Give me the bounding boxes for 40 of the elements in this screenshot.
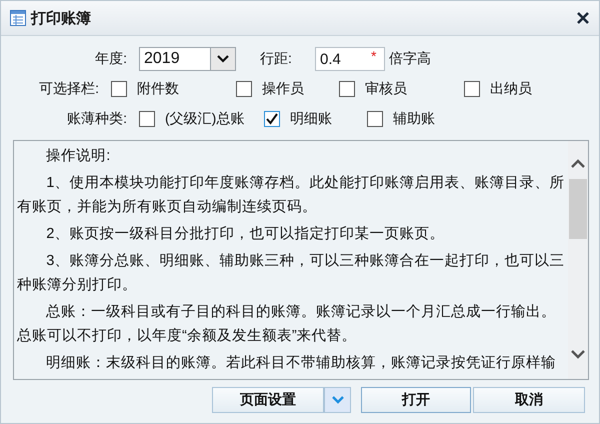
instruction-paragraph: 1、使用本模块功能打印年度账簿存档。此处能打印账簿启用表、账簿目录、所有账页，并能为所有账页自动编制连续页码。 <box>17 174 566 217</box>
chevron-up-icon[interactable] <box>570 159 586 169</box>
instruction-paragraph: 明细账：末级科目的账簿。若此科目不带辅助核算，账簿记录按凭证行原样输 <box>45 354 558 373</box>
instruction-paragraph: 3、账簿分总账、明细账、辅助账三种，可以三种账簿合在一起打印，也可以三种账簿分别打印。 <box>17 252 566 295</box>
scrollbar-thumb[interactable] <box>569 179 587 239</box>
checkbox[interactable] <box>367 111 383 127</box>
window-title: 打印账簿 <box>31 8 92 28</box>
scrollbar[interactable] <box>568 141 588 379</box>
table-icon <box>10 10 26 26</box>
chevron-down-icon <box>216 54 230 64</box>
checkbox-label: 审核员 <box>365 80 407 98</box>
line-spacing-label: 行距: <box>260 50 293 68</box>
cancel-button[interactable]: 取消 <box>473 387 585 413</box>
instruction-paragraph: 操作说明: <box>45 147 112 166</box>
checkbox[interactable] <box>139 111 155 127</box>
year-select[interactable]: 2019 <box>139 47 236 71</box>
checkbox[interactable] <box>236 81 252 97</box>
instruction-paragraph: 总账：一级科目或有子目的科目的账簿。账簿记录以一个月汇总成一行输出。总账可以不打印，以年度“余额及发生额表”来代替。 <box>17 303 558 346</box>
instruction-paragraph: 2、账页按一级科目分批打印，也可以指定打印某一页账页。 <box>45 224 446 244</box>
checkbox[interactable] <box>111 81 127 97</box>
required-mark: * <box>371 48 378 64</box>
checkbox[interactable] <box>339 81 355 97</box>
year-label: 年度: <box>94 50 128 68</box>
dropdown-button[interactable] <box>324 387 351 413</box>
chevron-down-icon[interactable] <box>570 349 586 359</box>
close-icon[interactable] <box>576 11 590 25</box>
checkbox-label: 明细账 <box>290 110 332 128</box>
checkbox-label: 出纳员 <box>490 80 532 98</box>
open-button[interactable]: 打开 <box>361 387 471 413</box>
checkbox-label: 附件数 <box>137 80 179 98</box>
checkbox-label: 辅助账 <box>393 110 435 128</box>
group-label: 可选择栏: <box>38 80 100 98</box>
unit-label: 倍字高 <box>389 50 431 68</box>
page-setup-button[interactable]: 页面设置 <box>212 387 324 413</box>
checkbox[interactable] <box>464 81 480 97</box>
checkbox-label: (父级汇)总账 <box>165 110 244 128</box>
checkbox[interactable] <box>264 111 280 127</box>
chevron-down-icon <box>330 395 344 405</box>
checkbox-label: 操作员 <box>262 80 304 98</box>
group-label: 账薄种类: <box>66 110 128 128</box>
